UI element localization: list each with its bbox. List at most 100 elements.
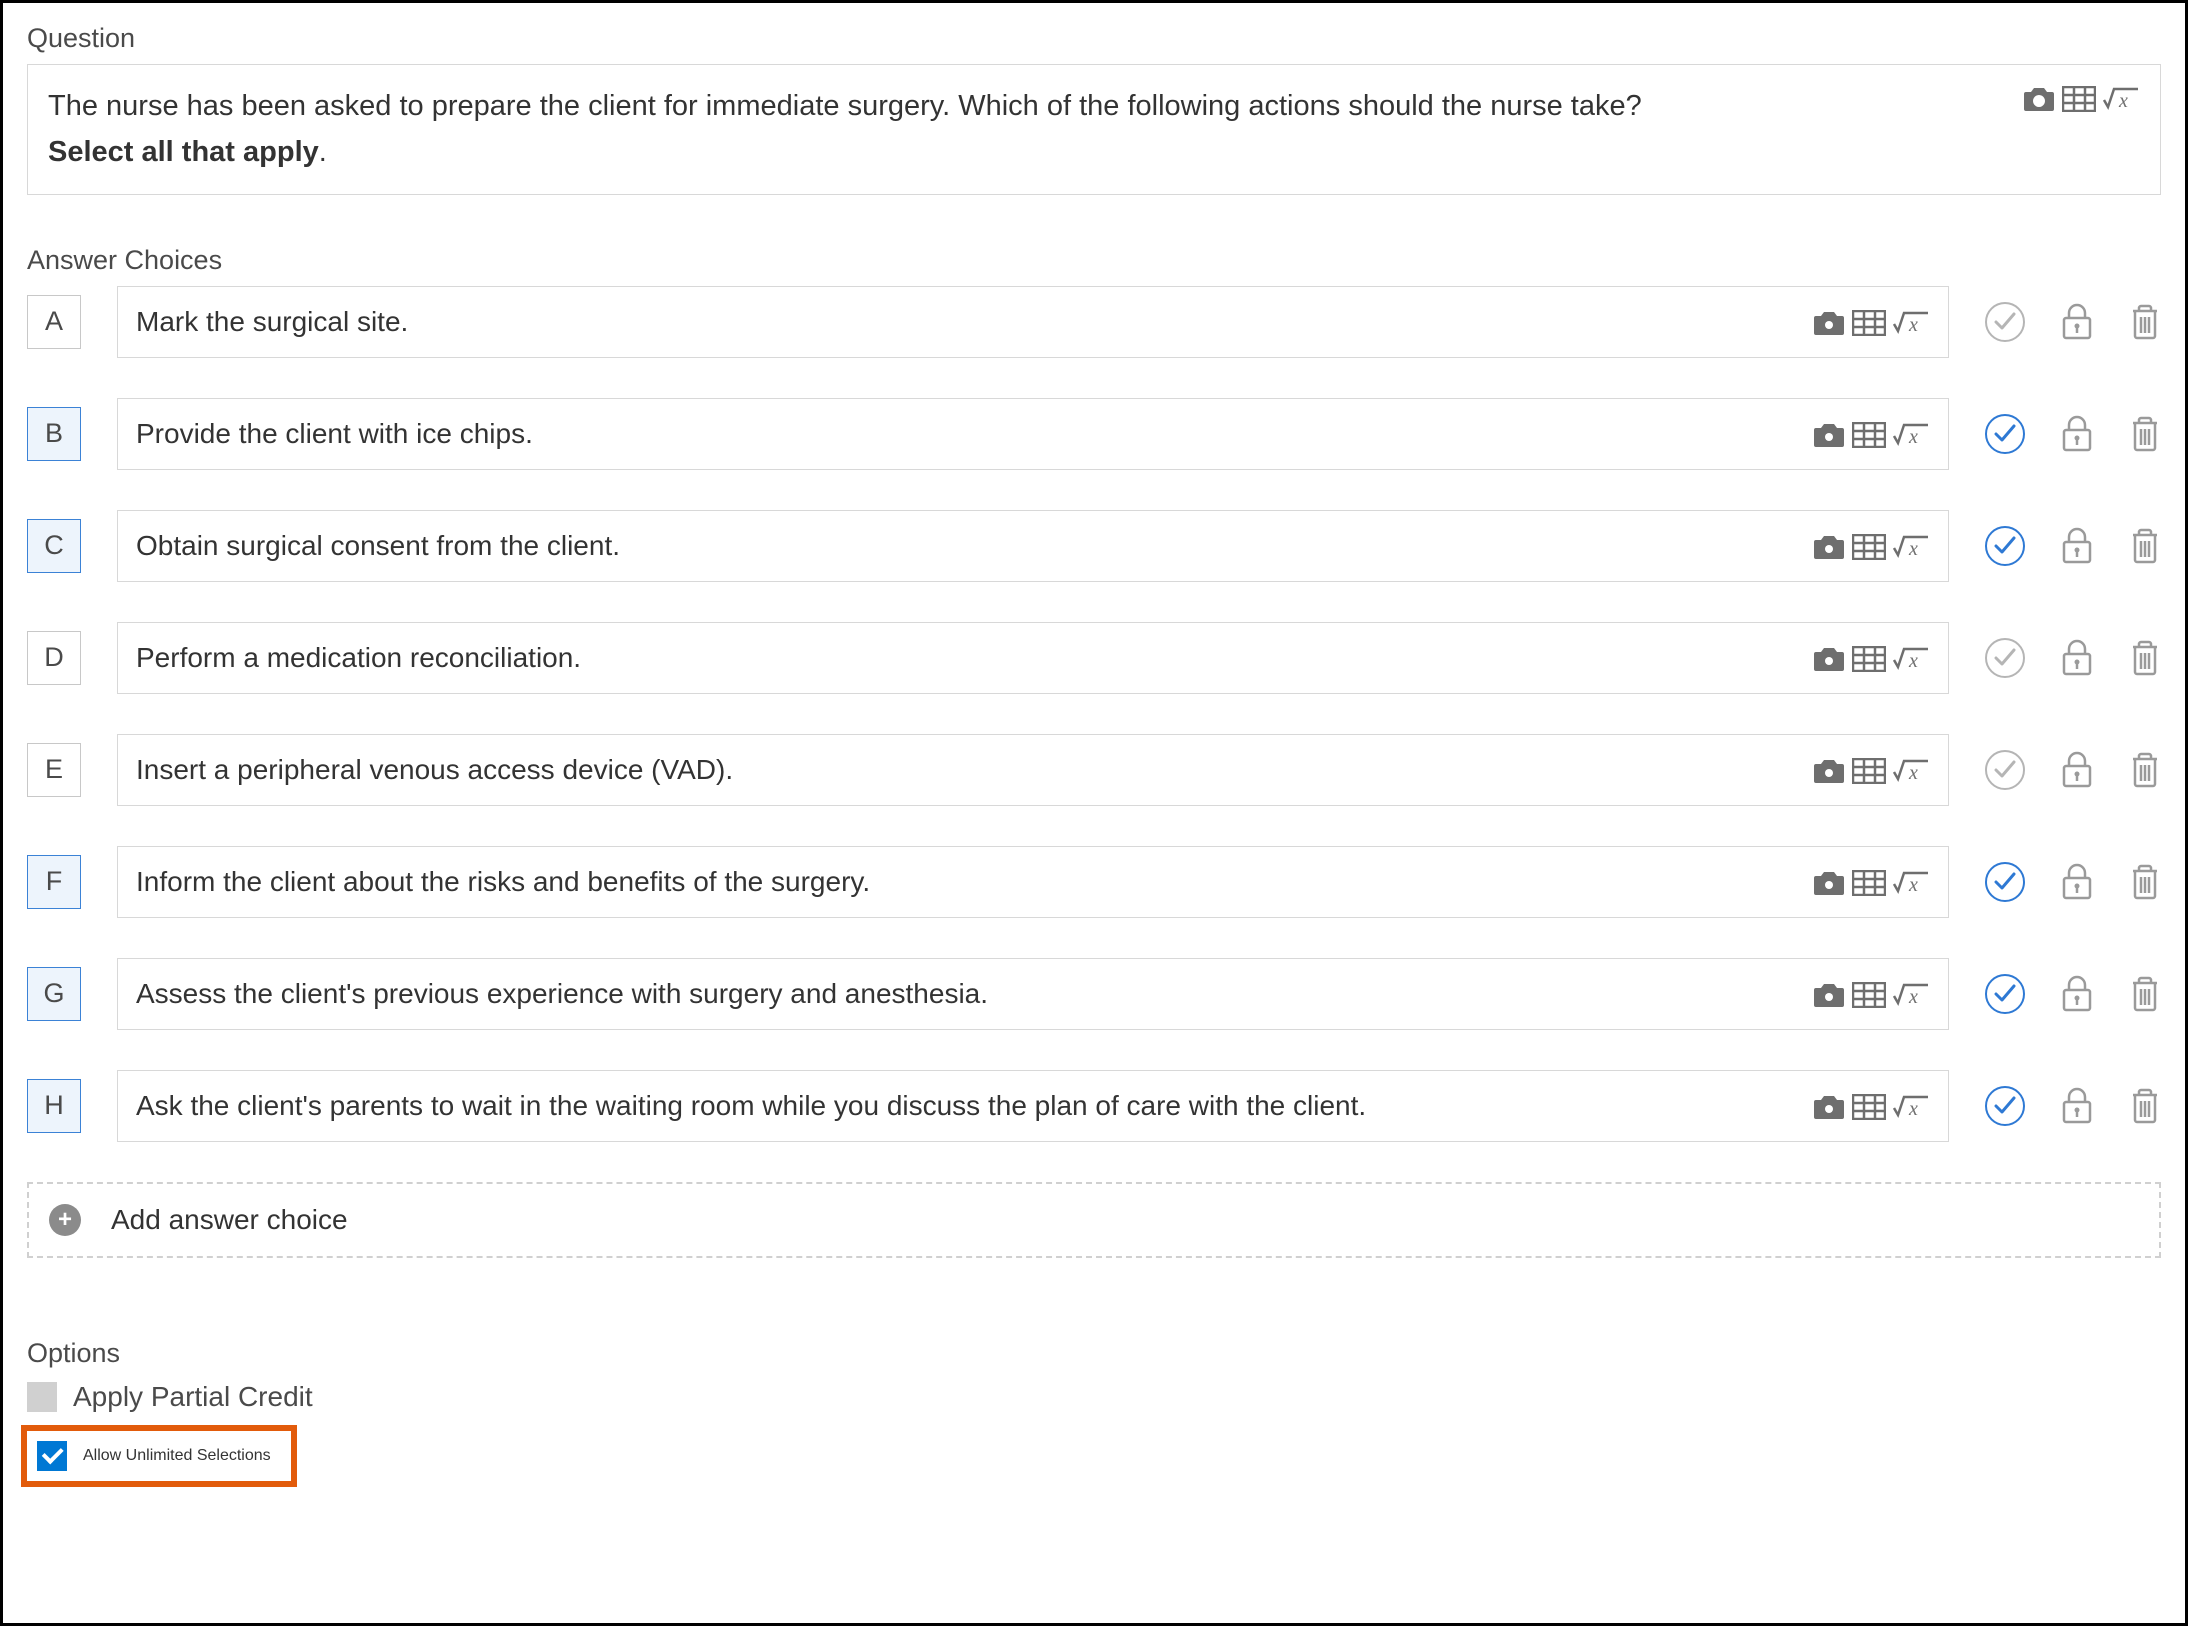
equation-icon[interactable]: x: [1892, 309, 1930, 337]
lock-icon[interactable]: [2061, 975, 2093, 1013]
trash-icon[interactable]: [2129, 527, 2161, 565]
table-icon[interactable]: [1852, 1094, 1886, 1120]
answer-row: F Inform the client about the risks and …: [27, 846, 2161, 918]
mark-correct-button[interactable]: [1985, 638, 2025, 678]
trash-icon[interactable]: [2129, 863, 2161, 901]
question-section-label: Question: [27, 23, 2161, 54]
choice-letter[interactable]: B: [27, 407, 81, 461]
lock-icon[interactable]: [2061, 1087, 2093, 1125]
trash-icon[interactable]: [2129, 303, 2161, 341]
choice-letter[interactable]: A: [27, 295, 81, 349]
mark-correct-button[interactable]: [1985, 862, 2025, 902]
choice-actions: [1985, 414, 2161, 454]
svg-text:x: x: [1908, 1098, 1918, 1120]
lock-icon[interactable]: [2061, 639, 2093, 677]
choice-actions: [1985, 302, 2161, 342]
trash-icon[interactable]: [2129, 639, 2161, 677]
choice-letter[interactable]: F: [27, 855, 81, 909]
equation-icon[interactable]: x: [1892, 421, 1930, 449]
mark-correct-button[interactable]: [1985, 526, 2025, 566]
camera-icon[interactable]: [1812, 981, 1846, 1009]
answer-row: E Insert a peripheral venous access devi…: [27, 734, 2161, 806]
lock-icon[interactable]: [2061, 303, 2093, 341]
camera-icon[interactable]: [1812, 421, 1846, 449]
choice-editor[interactable]: Obtain surgical consent from the client.…: [117, 510, 1949, 582]
question-toolbar: x: [2022, 85, 2140, 113]
choice-actions: [1985, 974, 2161, 1014]
add-choice-label: Add answer choice: [111, 1204, 348, 1236]
table-icon[interactable]: [1852, 870, 1886, 896]
trash-icon[interactable]: [2129, 1087, 2161, 1125]
choice-editor[interactable]: Assess the client's previous experience …: [117, 958, 1949, 1030]
options-section: Options Apply Partial Credit Allow Unlim…: [27, 1338, 2161, 1487]
answer-row: B Provide the client with ice chips. x: [27, 398, 2161, 470]
camera-icon[interactable]: [1812, 869, 1846, 897]
mark-correct-button[interactable]: [1985, 974, 2025, 1014]
choice-toolbar: x: [1812, 645, 1930, 673]
camera-icon[interactable]: [1812, 533, 1846, 561]
lock-icon[interactable]: [2061, 751, 2093, 789]
choice-editor[interactable]: Perform a medication reconciliation. x: [117, 622, 1949, 694]
mark-correct-button[interactable]: [1985, 302, 2025, 342]
answer-row: D Perform a medication reconciliation. x: [27, 622, 2161, 694]
choice-letter[interactable]: D: [27, 631, 81, 685]
equation-icon[interactable]: x: [1892, 1093, 1930, 1121]
choice-letter[interactable]: H: [27, 1079, 81, 1133]
trash-icon[interactable]: [2129, 415, 2161, 453]
trash-icon[interactable]: [2129, 975, 2161, 1013]
equation-icon[interactable]: x: [1892, 757, 1930, 785]
lock-icon[interactable]: [2061, 863, 2093, 901]
table-icon[interactable]: [1852, 758, 1886, 784]
question-text[interactable]: The nurse has been asked to prepare the …: [48, 83, 2022, 176]
mark-correct-button[interactable]: [1985, 1086, 2025, 1126]
choice-toolbar: x: [1812, 533, 1930, 561]
svg-text:x: x: [1908, 538, 1918, 560]
table-icon[interactable]: [1852, 422, 1886, 448]
camera-icon[interactable]: [1812, 309, 1846, 337]
choice-editor[interactable]: Ask the client's parents to wait in the …: [117, 1070, 1949, 1142]
equation-icon[interactable]: x: [2102, 85, 2140, 113]
mark-correct-button[interactable]: [1985, 750, 2025, 790]
option-unlimited-label: Allow Unlimited Selections: [83, 1447, 271, 1465]
checkbox-unlimited-selections[interactable]: [37, 1441, 67, 1471]
trash-icon[interactable]: [2129, 751, 2161, 789]
choice-letter[interactable]: C: [27, 519, 81, 573]
equation-icon[interactable]: x: [1892, 869, 1930, 897]
answer-row: A Mark the surgical site. x: [27, 286, 2161, 358]
table-icon[interactable]: [1852, 646, 1886, 672]
question-suffix: .: [319, 136, 327, 168]
question-body: The nurse has been asked to prepare the …: [48, 90, 1642, 122]
question-editor[interactable]: The nurse has been asked to prepare the …: [27, 64, 2161, 195]
camera-icon[interactable]: [1812, 645, 1846, 673]
choice-editor[interactable]: Provide the client with ice chips. x: [117, 398, 1949, 470]
choice-text: Insert a peripheral venous access device…: [136, 754, 1812, 786]
table-icon[interactable]: [1852, 982, 1886, 1008]
checkbox-partial-credit[interactable]: [27, 1382, 57, 1412]
answers-section: Answer Choices A Mark the surgical site.…: [27, 245, 2161, 1258]
option-partial-credit[interactable]: Apply Partial Credit: [27, 1381, 2161, 1413]
answer-row: H Ask the client's parents to wait in th…: [27, 1070, 2161, 1142]
add-answer-choice[interactable]: + Add answer choice: [27, 1182, 2161, 1258]
table-icon[interactable]: [1852, 310, 1886, 336]
choice-editor[interactable]: Inform the client about the risks and be…: [117, 846, 1949, 918]
lock-icon[interactable]: [2061, 415, 2093, 453]
choice-editor[interactable]: Insert a peripheral venous access device…: [117, 734, 1949, 806]
camera-icon[interactable]: [1812, 757, 1846, 785]
options-section-label: Options: [27, 1338, 2161, 1369]
question-instruction: Select all that apply: [48, 136, 319, 168]
equation-icon[interactable]: x: [1892, 533, 1930, 561]
choice-letter[interactable]: G: [27, 967, 81, 1021]
table-icon[interactable]: [1852, 534, 1886, 560]
svg-text:x: x: [1908, 650, 1918, 672]
table-icon[interactable]: [2062, 86, 2096, 112]
mark-correct-button[interactable]: [1985, 414, 2025, 454]
equation-icon[interactable]: x: [1892, 645, 1930, 673]
answers-section-label: Answer Choices: [27, 245, 2161, 276]
camera-icon[interactable]: [1812, 1093, 1846, 1121]
choice-editor[interactable]: Mark the surgical site. x: [117, 286, 1949, 358]
choice-text: Provide the client with ice chips.: [136, 418, 1812, 450]
lock-icon[interactable]: [2061, 527, 2093, 565]
choice-letter[interactable]: E: [27, 743, 81, 797]
camera-icon[interactable]: [2022, 85, 2056, 113]
equation-icon[interactable]: x: [1892, 981, 1930, 1009]
